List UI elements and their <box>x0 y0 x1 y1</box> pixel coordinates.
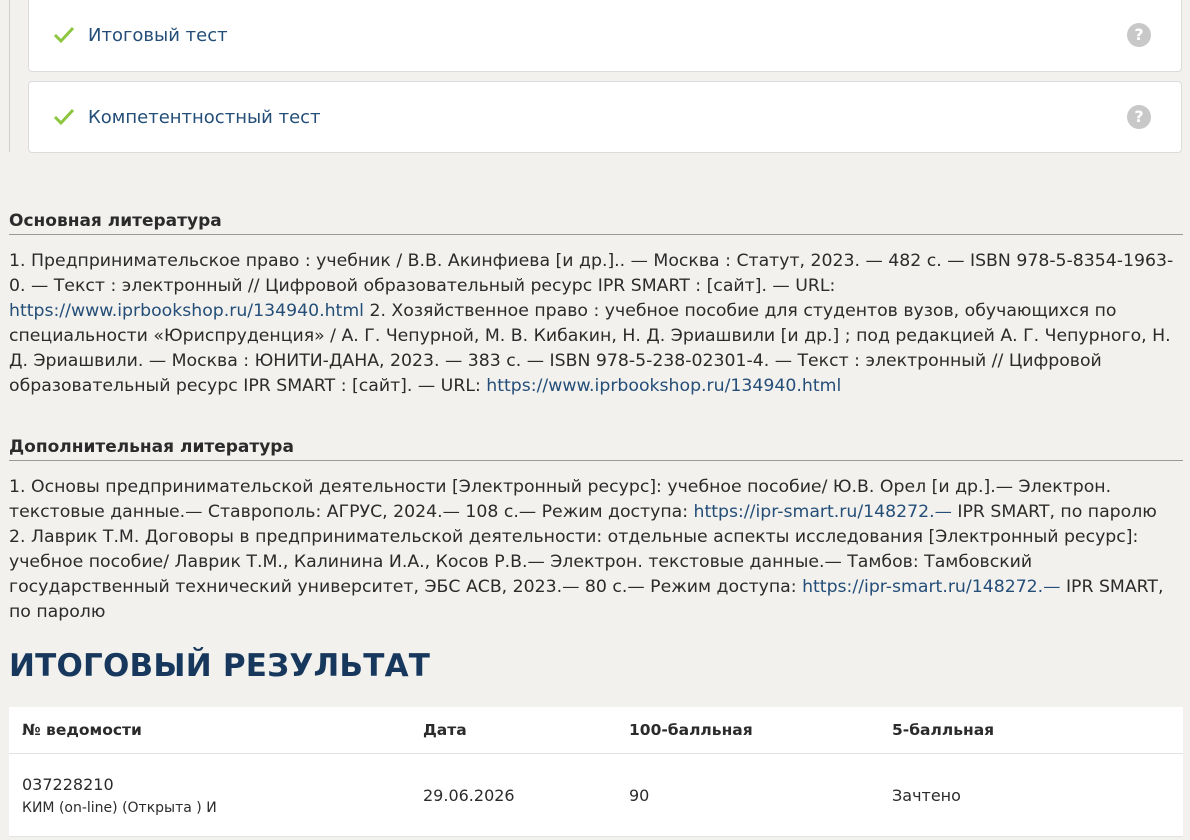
competence-test-label[interactable]: Компетентностный тест <box>88 82 321 154</box>
column-header-score100: 100-балльная <box>616 707 879 754</box>
checkmark-icon <box>53 26 75 44</box>
column-header-score5: 5-балльная <box>879 707 1183 754</box>
help-icon[interactable]: ? <box>1127 23 1151 47</box>
score100-cell: 90 <box>616 753 879 837</box>
main-literature-text: 1. Предпринимательское право : учебник /… <box>9 249 1179 399</box>
main-literature-title: Основная литература <box>9 211 1183 235</box>
column-header-number: № ведомости <box>9 707 410 754</box>
final-result-heading: ИТОГОВЫЙ РЕЗУЛЬТАТ <box>9 648 431 684</box>
extra-lit-link2[interactable]: https://ipr-smart.ru/148272.— <box>802 577 1060 597</box>
competence-test-card[interactable]: Компетентностный тест ? <box>28 81 1182 153</box>
date-cell: 29.06.2026 <box>410 753 616 837</box>
main-lit-link2[interactable]: https://www.iprbookshop.ru/134940.html <box>486 376 841 396</box>
record-type: КИМ (on-line) (Открыта ) И <box>22 799 217 816</box>
column-header-date: Дата <box>410 707 616 754</box>
left-rail <box>9 0 10 152</box>
main-lit-item1: 1. Предпринимательское право : учебник /… <box>9 251 1174 296</box>
extra-lit-access1: IPR SMART, по паролю <box>951 502 1157 522</box>
extra-literature-text: 1. Основы предпринимательской деятельнос… <box>9 475 1179 625</box>
result-table: № ведомости Дата 100-балльная 5-балльная… <box>9 707 1183 837</box>
final-test-card[interactable]: Итоговый тест ? <box>28 0 1182 72</box>
extra-lit-link1[interactable]: https://ipr-smart.ru/148272.— <box>694 502 952 522</box>
table-header-row: № ведомости Дата 100-балльная 5-балльная <box>9 707 1183 754</box>
final-test-label[interactable]: Итоговый тест <box>88 0 228 72</box>
record-number-cell: 037228210 КИМ (on-line) (Открыта ) И <box>9 753 410 837</box>
checkmark-icon <box>53 108 75 126</box>
table-row: 037228210 КИМ (on-line) (Открыта ) И 29.… <box>9 753 1183 837</box>
record-number: 037228210 <box>22 774 114 794</box>
score5-cell: Зачтено <box>879 753 1183 837</box>
main-lit-link1[interactable]: https://www.iprbookshop.ru/134940.html <box>9 301 364 321</box>
extra-literature-title: Дополнительная литература <box>9 437 1183 461</box>
help-icon[interactable]: ? <box>1127 105 1151 129</box>
